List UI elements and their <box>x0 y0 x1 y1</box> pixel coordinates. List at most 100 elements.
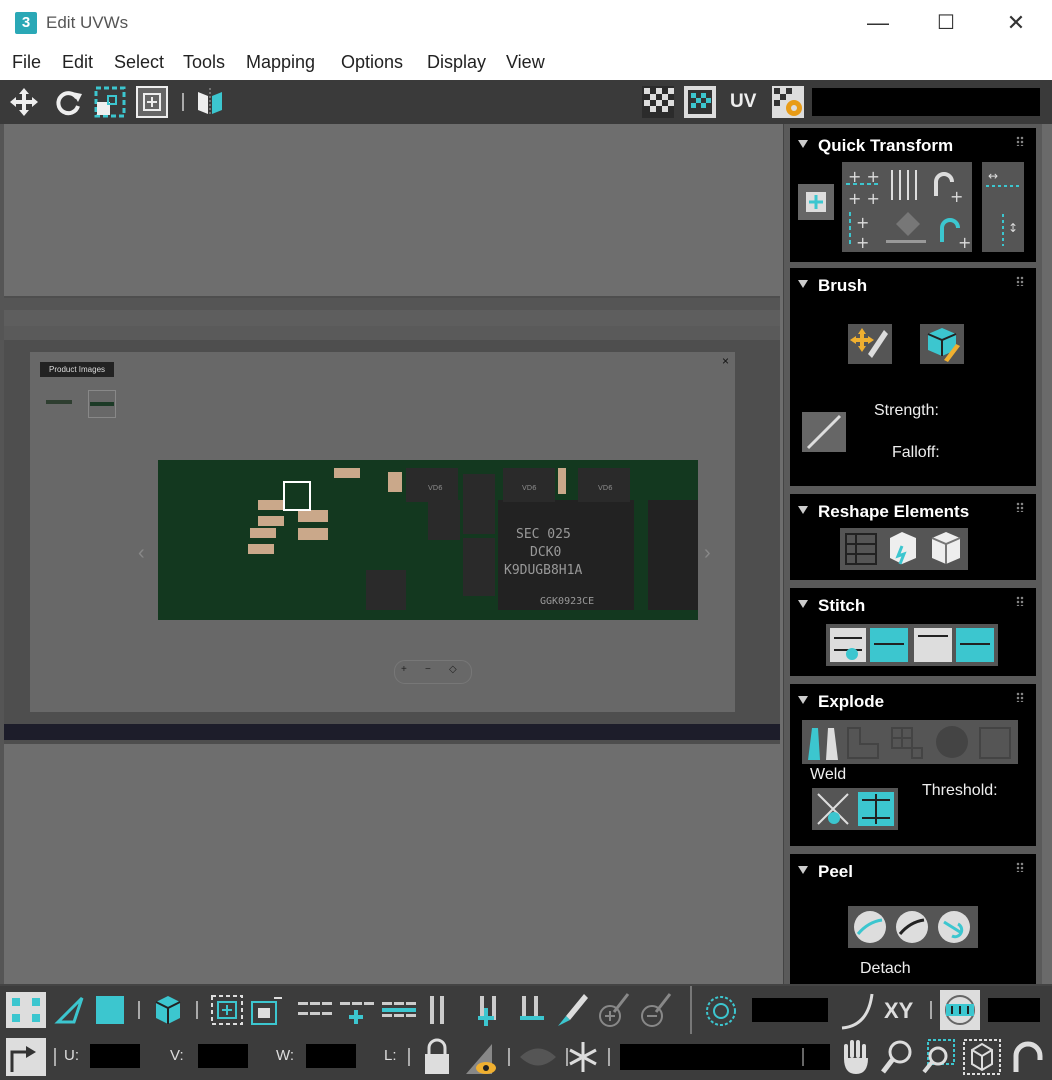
menu-view[interactable]: View <box>506 52 545 73</box>
soft-selection-icon[interactable] <box>704 994 738 1028</box>
separator <box>138 1001 140 1019</box>
falloff-space-button[interactable]: XY <box>884 998 913 1024</box>
zoom-extents-icon[interactable] <box>962 1038 1002 1076</box>
quick-transform-title[interactable]: Quick Transform <box>818 136 953 156</box>
shrink-selection-icon[interactable] <box>250 994 284 1026</box>
brush-curve-icon[interactable] <box>802 412 846 452</box>
soft-selection-value-field[interactable] <box>752 998 828 1022</box>
texture-dropdown[interactable] <box>812 88 1040 116</box>
u-field[interactable] <box>90 1044 140 1068</box>
peel-buttons-group[interactable] <box>848 906 978 948</box>
zoom-icon[interactable] <box>880 1038 916 1076</box>
separator <box>182 93 184 111</box>
element-mode-icon[interactable] <box>152 994 184 1026</box>
isolate-icon[interactable] <box>518 1044 558 1070</box>
grow-selection-icon[interactable] <box>210 994 244 1026</box>
space-buttons-group[interactable]: ↔ ↕ <box>982 162 1024 252</box>
collapse-arrow-icon[interactable] <box>798 696 808 704</box>
loop-ring-selection-group[interactable] <box>296 994 422 1026</box>
drag-grip-icon[interactable] <box>1016 596 1024 606</box>
lock-icon[interactable] <box>422 1038 452 1076</box>
pcb-image: SEC 025 DCK0 K9DUGB8H1A GGK0923CE VD6 VD… <box>158 460 698 620</box>
absolute-offset-icon[interactable] <box>6 1038 46 1076</box>
separator <box>508 1048 510 1066</box>
freeform-icon[interactable] <box>136 86 168 118</box>
drag-grip-icon[interactable] <box>1016 692 1024 702</box>
snap-icon[interactable] <box>1008 1038 1048 1076</box>
minimize-button[interactable]: — <box>858 8 898 38</box>
transform-pivot-button[interactable] <box>798 184 834 220</box>
menu-tools[interactable]: Tools <box>183 52 225 73</box>
menu-file[interactable]: File <box>12 52 41 73</box>
maximize-button[interactable]: ☐ <box>926 8 966 38</box>
texture-image: Product Images × ‹ › SEC 025 DCK0 K9DUGB… <box>4 296 780 744</box>
show-map-icon[interactable] <box>684 86 716 118</box>
brush-title[interactable]: Brush <box>818 276 867 296</box>
strength-label: Strength: <box>874 402 939 419</box>
chip-text-3: K9DUGB8H1A <box>504 563 582 578</box>
menu-options[interactable]: Options <box>341 52 403 73</box>
polygon-mode-icon[interactable] <box>94 994 126 1026</box>
reshape-buttons-group[interactable] <box>840 528 968 570</box>
map-settings-icon[interactable] <box>772 86 804 118</box>
pan-hand-icon[interactable] <box>840 1038 872 1076</box>
explode-buttons-group[interactable] <box>802 720 1018 764</box>
svg-text:+ +: + + <box>848 189 880 208</box>
align-buttons-group[interactable]: + ++ + ++ + + <box>842 162 972 252</box>
weld-label: Weld <box>810 766 847 783</box>
menu-edit[interactable]: Edit <box>62 52 93 73</box>
drag-grip-icon[interactable] <box>1016 502 1024 512</box>
separator <box>608 1048 610 1066</box>
selection-set-dropdown[interactable] <box>620 1044 830 1070</box>
w-field[interactable] <box>306 1044 356 1068</box>
close-button[interactable]: ✕ <box>996 8 1036 38</box>
rollout-panel: Quick Transform + + + + + + + + ↔ ↕ Brus… <box>784 124 1052 984</box>
collapse-arrow-icon[interactable] <box>798 866 808 874</box>
chip-text-4: GGK0923CE <box>540 596 594 607</box>
drag-grip-icon[interactable] <box>1016 862 1024 872</box>
freeze-icon[interactable] <box>566 1040 600 1074</box>
menu-display[interactable]: Display <box>427 52 486 73</box>
zoom-region-icon[interactable] <box>920 1038 956 1076</box>
mirror-icon[interactable] <box>194 86 226 118</box>
reshape-elements-title[interactable]: Reshape Elements <box>818 502 969 522</box>
paint-move-icon[interactable] <box>848 324 892 364</box>
paint-select-icon[interactable] <box>556 992 588 1028</box>
vertex-mode-icon[interactable] <box>6 992 46 1028</box>
menu-mapping[interactable]: Mapping <box>246 52 315 73</box>
svg-text:+ +: + + <box>848 167 880 186</box>
collapse-arrow-icon[interactable] <box>798 140 808 148</box>
edge-mode-icon[interactable] <box>54 994 86 1026</box>
hide-icon[interactable] <box>462 1040 498 1076</box>
edge-distance-field[interactable] <box>988 998 1040 1022</box>
v-field[interactable] <box>198 1044 248 1068</box>
menu-select[interactable]: Select <box>114 52 164 73</box>
rotate-icon[interactable] <box>52 86 84 118</box>
checker-pattern-icon[interactable] <box>642 86 674 118</box>
v-label: V: <box>170 1047 184 1064</box>
collapse-arrow-icon[interactable] <box>798 280 808 288</box>
collapse-arrow-icon[interactable] <box>798 506 808 514</box>
stitch-buttons-group[interactable] <box>826 624 998 666</box>
drag-grip-icon[interactable] <box>1016 276 1024 286</box>
falloff-curve-icon[interactable] <box>838 992 878 1030</box>
collapse-arrow-icon[interactable] <box>798 600 808 608</box>
paint-select-grow-icon[interactable] <box>596 992 632 1028</box>
separator <box>408 1048 410 1066</box>
limit-soft-selection-icon[interactable] <box>940 990 980 1030</box>
move-icon[interactable] <box>8 86 40 118</box>
weld-buttons-group[interactable] <box>812 788 898 830</box>
explode-title[interactable]: Explode <box>818 692 884 712</box>
ring-selection-group[interactable] <box>428 994 550 1026</box>
peel-title[interactable]: Peel <box>818 862 853 882</box>
drag-grip-icon[interactable] <box>1016 136 1024 146</box>
next-arrow-icon: › <box>704 542 711 564</box>
scale-icon[interactable] <box>94 86 126 118</box>
paint-relax-icon[interactable] <box>920 324 964 364</box>
texture-modal: Product Images × ‹ › SEC 025 DCK0 K9DUGB… <box>30 352 735 712</box>
uv-toggle[interactable]: UV <box>730 91 756 113</box>
paint-select-shrink-icon[interactable] <box>638 992 674 1028</box>
panel-scrollbar[interactable] <box>1042 124 1052 984</box>
stitch-title[interactable]: Stitch <box>818 596 865 616</box>
separator <box>54 1048 56 1066</box>
